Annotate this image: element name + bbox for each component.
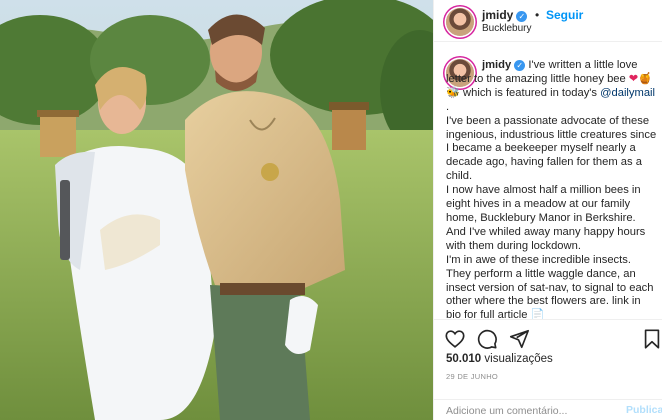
dailymail-mention-link[interactable]: @dailymail <box>600 87 655 99</box>
caption-paragraph-1: I've been a passionate advocate of these… <box>446 114 657 183</box>
caption-paragraph-3: I'm in awe of these incredible insects. … <box>446 253 654 319</box>
comment-input[interactable] <box>446 403 616 419</box>
views-count[interactable]: 50.010 visualizações <box>446 353 553 365</box>
views-label: visualizações <box>484 353 553 365</box>
caption-text: jmidy ✓ I've written a little love letter… <box>446 59 657 319</box>
avatar[interactable] <box>446 8 474 36</box>
post-header: jmidy ✓ • Seguir Bucklebury <box>434 0 662 42</box>
post-photo[interactable] <box>0 0 433 420</box>
separator-dot: • <box>535 8 540 22</box>
caption-intro: I've written a little love letter to the… <box>446 59 638 85</box>
username-link[interactable]: jmidy ✓ <box>482 8 528 22</box>
post-actions: 50.010 visualizações 29 DE JUNHO <box>434 319 662 399</box>
caption-verified-icon: ✓ <box>514 60 526 71</box>
caption-featured: which is featured in today's <box>459 86 601 99</box>
username-text[interactable]: jmidy <box>482 8 513 22</box>
share-paper-plane-icon[interactable] <box>508 328 530 350</box>
verified-badge-icon: ✓ <box>516 11 528 22</box>
caption-mention-end: . <box>446 100 450 113</box>
bee-emoji-icon: 🐝 <box>446 86 460 99</box>
caption-section[interactable]: jmidy ✓ I've written a little love letter… <box>434 43 662 319</box>
comment-bubble-icon[interactable] <box>476 328 498 350</box>
post-side-panel: jmidy ✓ • Seguir Bucklebury jmidy ✓ I've w… <box>433 0 662 420</box>
follow-button[interactable]: Seguir <box>546 8 583 22</box>
location-link[interactable]: Bucklebury <box>482 23 531 34</box>
heart-emoji-icon: ❤ <box>628 72 639 85</box>
like-heart-icon[interactable] <box>444 328 466 350</box>
beehive-right <box>329 102 369 150</box>
caption-username[interactable]: jmidy <box>482 59 511 71</box>
beehive-left <box>37 110 79 157</box>
honey-pot-emoji-icon: 🍯 <box>638 72 653 85</box>
caption-paragraph-2: I now have almost half a million bees in… <box>446 184 646 252</box>
document-emoji-icon: 📄 <box>530 309 545 319</box>
save-bookmark-icon[interactable] <box>641 328 662 350</box>
comment-box: Publicar <box>434 399 662 420</box>
publish-button[interactable]: Publicar <box>626 404 662 416</box>
beekeepers-photo <box>0 0 433 420</box>
post-date: 29 DE JUNHO <box>446 372 499 381</box>
views-number: 50.010 <box>446 353 482 365</box>
